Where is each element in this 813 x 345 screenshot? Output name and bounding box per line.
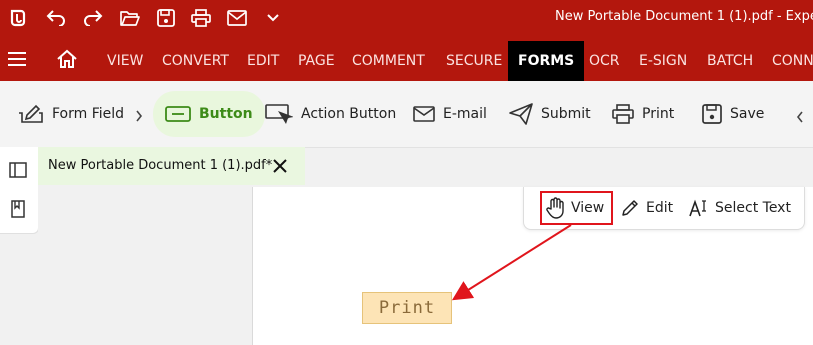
annotation-arrow (451, 224, 572, 301)
